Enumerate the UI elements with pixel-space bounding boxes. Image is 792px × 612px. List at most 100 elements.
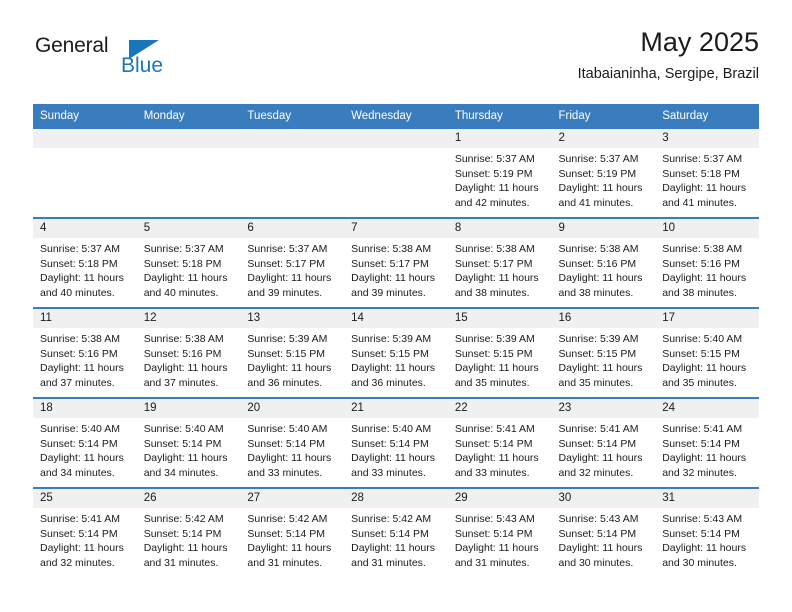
calendar-week-row: 25 Sunrise: 5:41 AM Sunset: 5:14 PM Dayligh…	[33, 487, 759, 577]
day-details: Sunrise: 5:41 AM Sunset: 5:14 PM Daylight:…	[33, 508, 137, 570]
calendar-day-cell[interactable]: 28 Sunrise: 5:42 AM Sunset: 5:14 PM Dayligh…	[344, 487, 448, 577]
sunrise-text: Sunrise: 5:37 AM	[143, 243, 224, 255]
calendar-day-cell[interactable]: 10 Sunrise: 5:38 AM Sunset: 5:16 PM Dayligh…	[655, 217, 759, 308]
sunrise-text: Sunrise: 5:38 AM	[662, 243, 743, 255]
calendar-day-cell[interactable]: 2 Sunrise: 5:37 AM Sunset: 5:19 PM Daylight…	[551, 127, 656, 218]
sunset-text: Sunset: 5:16 PM	[558, 257, 637, 270]
sunset-text: Sunset: 5:16 PM	[143, 347, 222, 360]
day-details: Sunrise: 5:39 AM Sunset: 5:15 PM Daylight:…	[344, 328, 448, 390]
sunrise-text: Sunrise: 5:40 AM	[143, 423, 224, 435]
sunset-text: Sunset: 5:19 PM	[558, 167, 637, 180]
daylight-text: and 36 minutes.	[351, 376, 426, 389]
daylight-text: and 30 minutes.	[662, 556, 737, 569]
calendar-day-cell[interactable]: 16 Sunrise: 5:39 AM Sunset: 5:15 PM Dayligh…	[551, 307, 656, 398]
day-details: Sunrise: 5:38 AM Sunset: 5:16 PM Daylight:…	[552, 238, 656, 300]
sunset-text: Sunset: 5:18 PM	[662, 167, 740, 180]
calendar-day-cell[interactable]: 1 Sunrise: 5:37 AM Sunset: 5:19 PM Daylight…	[447, 127, 552, 218]
day-details: Sunrise: 5:40 AM Sunset: 5:14 PM Daylight:…	[137, 418, 241, 480]
daylight-text: Daylight: 11 hours	[662, 542, 747, 555]
day-details: Sunrise: 5:39 AM Sunset: 5:15 PM Daylight:…	[240, 328, 344, 390]
sunset-text: Sunset: 5:14 PM	[558, 527, 637, 540]
calendar-day-cell[interactable]: 4 Sunrise: 5:37 AM Sunset: 5:18 PM Daylight…	[33, 217, 137, 308]
calendar-page: General Blue May 2025 Itabaianinha, Serg…	[0, 0, 792, 612]
sunset-text: Sunset: 5:18 PM	[40, 257, 118, 270]
general-blue-logo[interactable]: General Blue	[33, 34, 183, 86]
page-header: General Blue May 2025 Itabaianinha, Serg…	[33, 26, 759, 98]
calendar-day-cell[interactable]: 17 Sunrise: 5:40 AM Sunset: 5:15 PM Dayligh…	[655, 307, 759, 398]
calendar-day-cell[interactable]: 26 Sunrise: 5:42 AM Sunset: 5:14 PM Dayligh…	[136, 487, 241, 577]
day-details: Sunrise: 5:37 AM Sunset: 5:19 PM Daylight:…	[552, 148, 656, 210]
weekday-header-tuesday: Tuesday	[240, 104, 345, 128]
day-details: Sunrise: 5:38 AM Sunset: 5:17 PM Daylight:…	[448, 238, 552, 300]
day-number: 24	[655, 399, 759, 418]
sunset-text: Sunset: 5:17 PM	[247, 257, 326, 270]
day-number: 11	[33, 309, 137, 328]
calendar-day-cell[interactable]: 25 Sunrise: 5:41 AM Sunset: 5:14 PM Dayligh…	[33, 487, 137, 577]
weekday-header-thursday: Thursday	[447, 104, 552, 128]
day-number: 26	[136, 489, 241, 508]
calendar-day-cell[interactable]: 5 Sunrise: 5:37 AM Sunset: 5:18 PM Daylight…	[136, 217, 241, 308]
calendar-day-cell[interactable]: 8 Sunrise: 5:38 AM Sunset: 5:17 PM Daylight…	[447, 217, 552, 308]
calendar-day-cell[interactable]: 13 Sunrise: 5:39 AM Sunset: 5:15 PM Dayligh…	[240, 307, 345, 398]
day-details: Sunrise: 5:39 AM Sunset: 5:15 PM Daylight:…	[448, 328, 552, 390]
day-number: 6	[240, 219, 345, 238]
daylight-text: and 33 minutes.	[247, 466, 323, 479]
day-details: Sunrise: 5:37 AM Sunset: 5:19 PM Daylight:…	[448, 148, 552, 210]
daylight-text: Daylight: 11 hours	[558, 362, 643, 375]
daylight-text: and 38 minutes.	[662, 286, 737, 299]
sunset-text: Sunset: 5:14 PM	[40, 527, 118, 540]
day-number: 29	[447, 489, 552, 508]
daylight-text: and 31 minutes.	[143, 556, 219, 569]
calendar-day-cell[interactable]: 24 Sunrise: 5:41 AM Sunset: 5:14 PM Dayligh…	[655, 397, 759, 488]
sunrise-text: Sunrise: 5:41 AM	[40, 513, 120, 525]
sunrise-text: Sunrise: 5:40 AM	[40, 423, 120, 435]
sunset-text: Sunset: 5:18 PM	[143, 257, 222, 270]
calendar-day-cell[interactable]: 12 Sunrise: 5:38 AM Sunset: 5:16 PM Dayligh…	[136, 307, 241, 398]
calendar-day-cell[interactable]: 31 Sunrise: 5:43 AM Sunset: 5:14 PM Dayligh…	[655, 487, 759, 577]
calendar-day-cell[interactable]: 7 Sunrise: 5:38 AM Sunset: 5:17 PM Daylight…	[344, 217, 448, 308]
day-details: Sunrise: 5:42 AM Sunset: 5:14 PM Daylight:…	[137, 508, 241, 570]
sunset-text: Sunset: 5:15 PM	[662, 347, 740, 360]
calendar-day-cell[interactable]: 27 Sunrise: 5:42 AM Sunset: 5:14 PM Dayligh…	[240, 487, 345, 577]
calendar-week-row: 18 Sunrise: 5:40 AM Sunset: 5:14 PM Dayligh…	[33, 397, 759, 488]
calendar-day-cell[interactable]: 14 Sunrise: 5:39 AM Sunset: 5:15 PM Dayligh…	[344, 307, 448, 398]
calendar-day-cell[interactable]: 11 Sunrise: 5:38 AM Sunset: 5:16 PM Dayligh…	[33, 307, 137, 398]
calendar-empty-cell	[240, 127, 345, 218]
day-number: 18	[33, 399, 137, 418]
sunrise-text: Sunrise: 5:42 AM	[143, 513, 224, 525]
daylight-text: and 30 minutes.	[558, 556, 634, 569]
calendar-day-cell[interactable]: 22 Sunrise: 5:41 AM Sunset: 5:14 PM Dayligh…	[447, 397, 552, 488]
day-details: Sunrise: 5:40 AM Sunset: 5:14 PM Daylight:…	[344, 418, 448, 480]
day-details: Sunrise: 5:43 AM Sunset: 5:14 PM Daylight:…	[448, 508, 552, 570]
day-number: 25	[33, 489, 137, 508]
day-number: 17	[655, 309, 759, 328]
calendar-day-cell[interactable]: 29 Sunrise: 5:43 AM Sunset: 5:14 PM Dayligh…	[447, 487, 552, 577]
calendar-day-cell[interactable]: 9 Sunrise: 5:38 AM Sunset: 5:16 PM Daylight…	[551, 217, 656, 308]
day-number: 4	[33, 219, 137, 238]
calendar-day-cell[interactable]: 19 Sunrise: 5:40 AM Sunset: 5:14 PM Dayligh…	[136, 397, 241, 488]
daylight-text: and 41 minutes.	[558, 196, 634, 209]
calendar-day-cell[interactable]: 18 Sunrise: 5:40 AM Sunset: 5:14 PM Dayligh…	[33, 397, 137, 488]
sunset-text: Sunset: 5:14 PM	[558, 437, 637, 450]
sunrise-text: Sunrise: 5:39 AM	[454, 333, 535, 345]
daylight-text: Daylight: 11 hours	[351, 362, 435, 375]
calendar-day-cell[interactable]: 30 Sunrise: 5:43 AM Sunset: 5:14 PM Dayligh…	[551, 487, 656, 577]
sunrise-text: Sunrise: 5:43 AM	[662, 513, 743, 525]
calendar-day-cell[interactable]: 6 Sunrise: 5:37 AM Sunset: 5:17 PM Daylight…	[240, 217, 345, 308]
sunrise-text: Sunrise: 5:43 AM	[454, 513, 535, 525]
daylight-text: and 39 minutes.	[351, 286, 426, 299]
daylight-text: Daylight: 11 hours	[454, 362, 539, 375]
calendar-day-cell[interactable]: 15 Sunrise: 5:39 AM Sunset: 5:15 PM Dayligh…	[447, 307, 552, 398]
calendar-day-cell[interactable]: 20 Sunrise: 5:40 AM Sunset: 5:14 PM Dayligh…	[240, 397, 345, 488]
calendar-day-cell[interactable]: 3 Sunrise: 5:37 AM Sunset: 5:18 PM Daylight…	[655, 127, 759, 218]
daylight-text: and 36 minutes.	[247, 376, 323, 389]
calendar-day-cell[interactable]: 23 Sunrise: 5:41 AM Sunset: 5:14 PM Dayligh…	[551, 397, 656, 488]
daylight-text: Daylight: 11 hours	[351, 272, 435, 285]
calendar-empty-cell	[344, 127, 448, 218]
sunset-text: Sunset: 5:14 PM	[454, 527, 533, 540]
sunset-text: Sunset: 5:14 PM	[247, 437, 326, 450]
calendar-day-cell[interactable]: 21 Sunrise: 5:40 AM Sunset: 5:14 PM Dayligh…	[344, 397, 448, 488]
day-details: Sunrise: 5:38 AM Sunset: 5:17 PM Daylight:…	[344, 238, 448, 300]
daylight-text: Daylight: 11 hours	[662, 272, 747, 285]
logo-text-general: General	[35, 34, 109, 57]
